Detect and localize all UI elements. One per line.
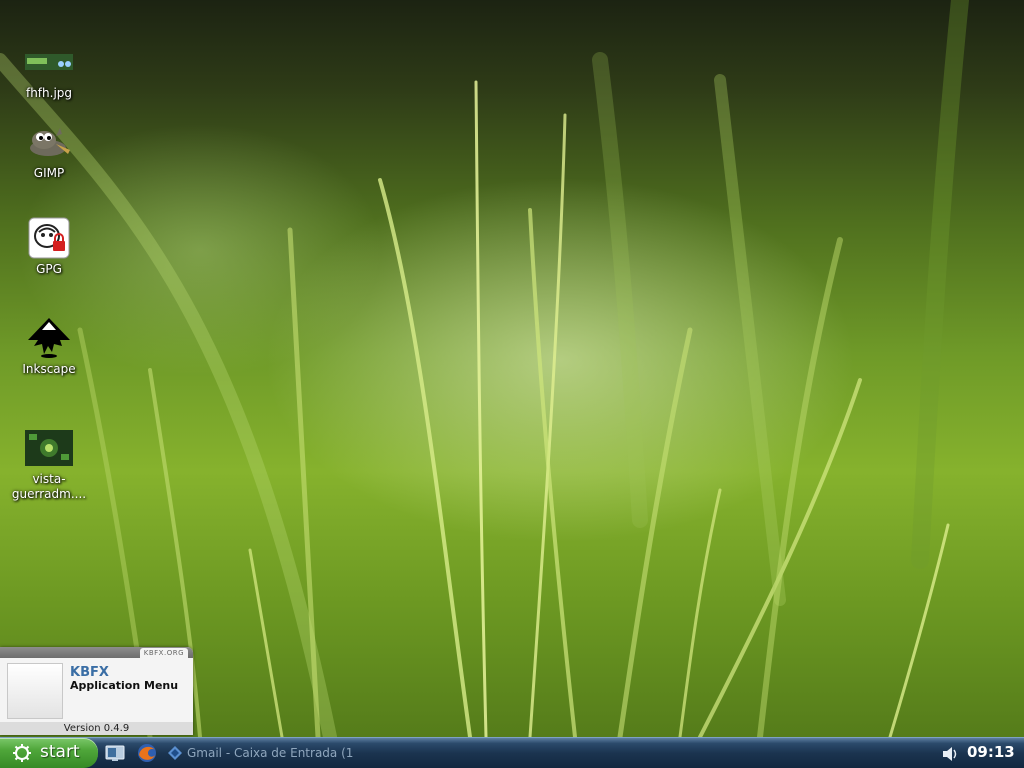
gimp-icon xyxy=(25,120,73,164)
firefox-icon[interactable] xyxy=(136,742,158,764)
kbfx-title: KBFX xyxy=(70,665,109,680)
grass-illustration xyxy=(0,0,969,737)
desktop-icon-inkscape[interactable]: Inkscape xyxy=(9,316,89,377)
desktop-icon-gimp[interactable]: GIMP xyxy=(9,120,89,181)
konqueror-icon xyxy=(168,746,182,760)
gpg-icon xyxy=(25,216,73,260)
show-desktop-icon[interactable] xyxy=(104,742,126,764)
image-thumbnail-icon xyxy=(25,426,73,470)
taskbar-task-gmail[interactable]: Gmail - Caixa de Entrada (1 xyxy=(166,741,366,765)
kbfx-preview-image xyxy=(7,663,63,719)
desktop-icon-vista-guerradm[interactable]: vista- guerradm.... xyxy=(9,426,89,502)
desktop-icon-label: GIMP xyxy=(33,166,65,180)
desktop-icon-label: vista- guerradm.... xyxy=(11,472,87,501)
speaker-icon[interactable] xyxy=(940,744,960,764)
desktop-icon-fhfh[interactable]: fhfh.jpg xyxy=(9,40,89,101)
kbfx-version: Version 0.4.9 xyxy=(0,722,193,735)
desktop-icon-label: Inkscape xyxy=(22,362,76,376)
inkscape-icon xyxy=(25,316,73,360)
start-gear-icon xyxy=(13,744,31,762)
task-label: Gmail - Caixa de Entrada (1 xyxy=(187,746,354,760)
start-button[interactable]: start xyxy=(0,738,98,768)
start-label: start xyxy=(40,742,80,762)
desktop-icon-label: GPG xyxy=(36,262,62,276)
clock[interactable]: 09:13 xyxy=(967,743,1015,761)
desktop-icon-gpg[interactable]: GPG xyxy=(9,216,89,277)
desktop-wallpaper xyxy=(0,0,1024,737)
kbfx-application-menu[interactable]: KBFX.ORG KBFX Application Menu Version 0… xyxy=(0,647,193,735)
taskbar: start Gmail - Caixa de Entrada (1 09:13 xyxy=(0,737,1024,768)
kbfx-site-label: KBFX.ORG xyxy=(139,648,188,658)
desktop-icon-label: fhfh.jpg xyxy=(25,86,73,100)
kbfx-subtitle: Application Menu xyxy=(70,679,179,692)
image-thumbnail-icon xyxy=(25,40,73,84)
